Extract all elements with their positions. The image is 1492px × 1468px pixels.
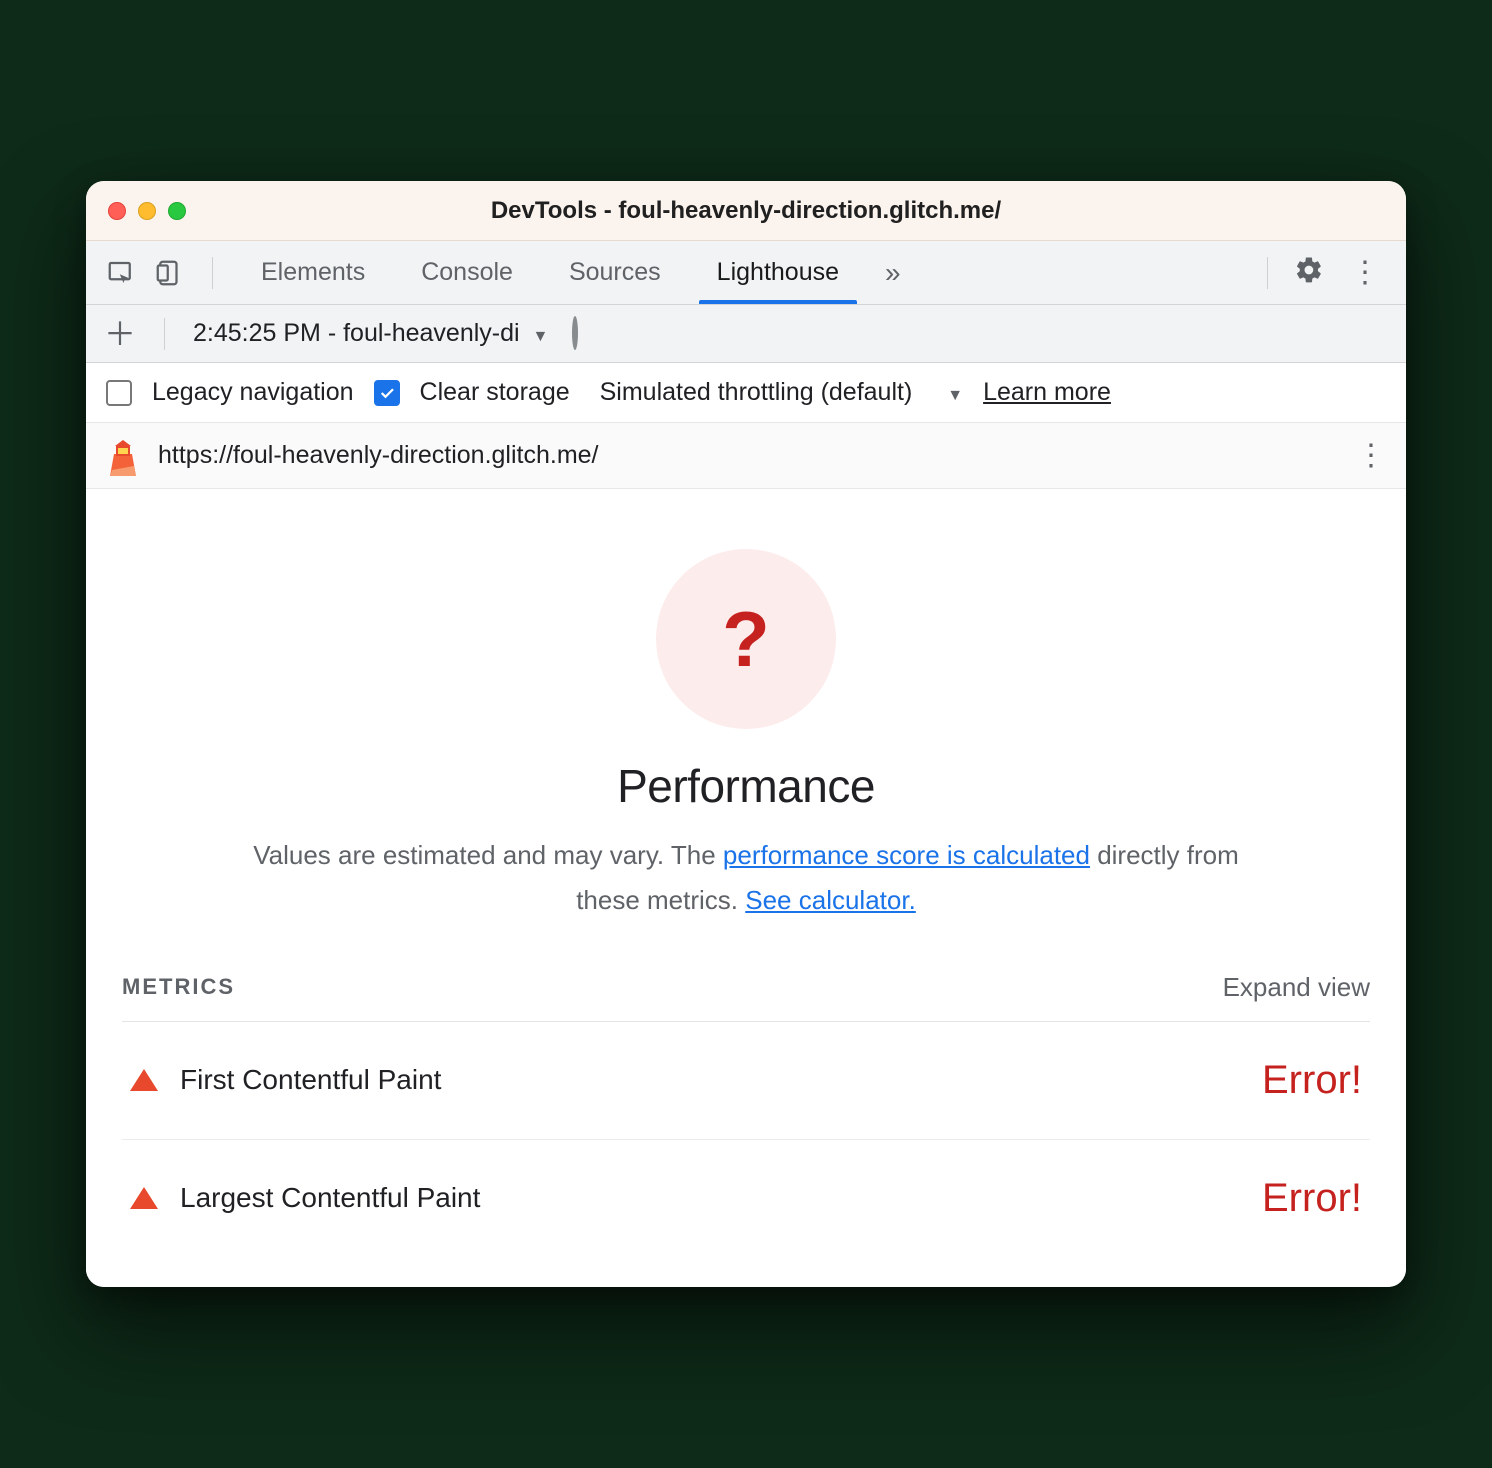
metric-value: Error! <box>1262 1176 1362 1221</box>
lighthouse-options-bar: Legacy navigation Clear storage Simulate… <box>86 363 1406 423</box>
tab-elements[interactable]: Elements <box>233 241 393 304</box>
error-triangle-icon <box>130 1069 158 1091</box>
error-triangle-icon <box>130 1187 158 1209</box>
see-calculator-link[interactable]: See calculator. <box>745 885 916 915</box>
lighthouse-report: ? Performance Values are estimated and m… <box>86 489 1406 1286</box>
window-minimize-button[interactable] <box>138 202 156 220</box>
metric-row: Largest Contentful Paint Error! <box>122 1140 1370 1257</box>
legacy-navigation-checkbox[interactable] <box>106 380 132 406</box>
panel-tabs: Elements Console Sources Lighthouse » <box>233 241 919 304</box>
inspect-element-icon[interactable] <box>106 258 136 288</box>
window-close-button[interactable] <box>108 202 126 220</box>
score-symbol: ? <box>722 594 770 685</box>
lighthouse-toolbar: ＋ 2:45:25 PM - foul-heavenly-di ▼ <box>86 305 1406 363</box>
performance-score-badge: ? <box>656 549 836 729</box>
more-options-icon[interactable]: ⋮ <box>1350 258 1380 288</box>
metrics-header: METRICS Expand view <box>122 972 1370 1022</box>
titlebar: DevTools - foul-heavenly-direction.glitc… <box>86 181 1406 241</box>
performance-heading: Performance <box>122 759 1370 813</box>
divider <box>212 257 213 289</box>
lighthouse-logo-icon <box>106 436 140 476</box>
divider <box>1267 257 1268 289</box>
window-title: DevTools - foul-heavenly-direction.glitc… <box>198 197 1384 225</box>
learn-more-link[interactable]: Learn more <box>983 378 1111 407</box>
clear-storage-checkbox[interactable] <box>374 380 400 406</box>
expand-view-toggle[interactable]: Expand view <box>1223 972 1370 1003</box>
settings-gear-icon[interactable] <box>1294 255 1324 290</box>
report-dropdown[interactable]: 2:45:25 PM - foul-heavenly-di ▼ <box>193 319 548 348</box>
tab-console[interactable]: Console <box>393 241 541 304</box>
metric-name: Largest Contentful Paint <box>180 1182 480 1214</box>
window-zoom-button[interactable] <box>168 202 186 220</box>
clear-all-button[interactable] <box>572 319 578 348</box>
traffic-lights <box>108 202 186 220</box>
metric-value: Error! <box>1262 1058 1362 1103</box>
devtools-window: DevTools - foul-heavenly-direction.glitc… <box>86 181 1406 1286</box>
metrics-label: METRICS <box>122 974 235 1000</box>
report-menu-button[interactable]: ⋮ <box>1356 438 1386 473</box>
dropdown-caret-icon: ▼ <box>947 387 963 404</box>
legacy-navigation-label: Legacy navigation <box>152 378 354 407</box>
metric-row: First Contentful Paint Error! <box>122 1022 1370 1140</box>
metric-name: First Contentful Paint <box>180 1064 441 1096</box>
report-url: https://foul-heavenly-direction.glitch.m… <box>158 441 599 470</box>
dropdown-caret-icon: ▼ <box>533 328 549 345</box>
more-tabs-button[interactable]: » <box>867 241 919 304</box>
performance-description: Values are estimated and may vary. The p… <box>246 833 1246 921</box>
clear-icon <box>572 316 578 350</box>
tabs-bar: Elements Console Sources Lighthouse » ⋮ <box>86 241 1406 305</box>
clear-storage-label: Clear storage <box>420 378 570 407</box>
tab-sources[interactable]: Sources <box>541 241 689 304</box>
device-toolbar-icon[interactable] <box>154 258 184 288</box>
score-calc-link[interactable]: performance score is calculated <box>723 840 1090 870</box>
report-url-bar: https://foul-heavenly-direction.glitch.m… <box>86 423 1406 489</box>
throttling-dropdown[interactable]: Simulated throttling (default) ▼ <box>600 378 963 407</box>
divider <box>164 318 165 350</box>
tab-lighthouse[interactable]: Lighthouse <box>689 241 867 304</box>
new-report-button[interactable]: ＋ <box>104 318 136 350</box>
chevron-double-right-icon: » <box>885 257 901 289</box>
